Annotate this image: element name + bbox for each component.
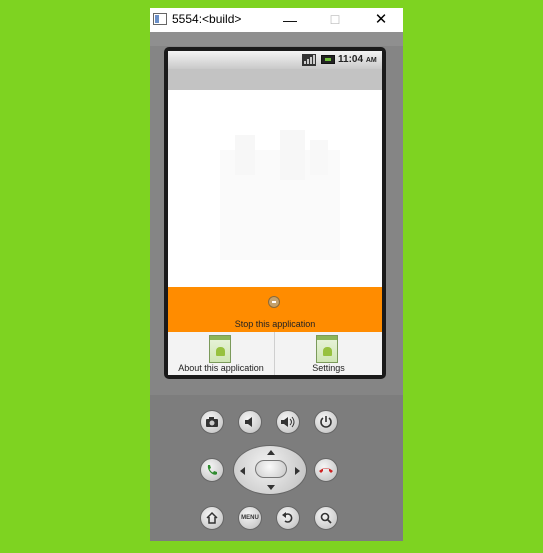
stop-icon (268, 296, 280, 308)
stop-application-button[interactable]: Stop this application (168, 287, 382, 332)
window-titlebar[interactable]: 5554:<build> — ☐ ✕ (150, 8, 403, 32)
close-button[interactable]: ✕ (359, 8, 403, 32)
search-icon (320, 512, 332, 524)
camera-button[interactable] (200, 410, 224, 434)
signal-icon (302, 54, 316, 66)
dpad-down-icon[interactable] (267, 485, 275, 490)
back-icon (282, 512, 293, 523)
android-app-icon (209, 335, 231, 363)
android-app-icon (316, 335, 338, 363)
dpad-right-icon[interactable] (295, 467, 300, 475)
back-button[interactable] (276, 506, 300, 530)
dpad-center-button[interactable] (255, 460, 287, 478)
app-window-icon (153, 13, 167, 25)
minimize-button[interactable]: — (268, 8, 312, 32)
clock-time: 11:04 (338, 54, 364, 65)
status-clock: 11:04 AM (338, 54, 377, 65)
home-icon (206, 511, 218, 524)
dpad-left-icon[interactable] (240, 467, 245, 475)
menu-item-label: Settings (312, 363, 345, 373)
call-icon (207, 465, 217, 475)
app-title-band (168, 69, 382, 90)
window-title: 5554:<build> (172, 12, 242, 26)
stop-label: Stop this application (234, 319, 316, 329)
home-button[interactable] (200, 506, 224, 530)
power-icon (320, 416, 332, 428)
power-button[interactable] (314, 410, 338, 434)
dpad-up-icon[interactable] (267, 450, 275, 455)
end-call-icon (319, 468, 333, 473)
volume-up-button[interactable] (276, 410, 300, 434)
battery-icon (321, 55, 335, 64)
options-menu: About this application Settings (168, 332, 382, 375)
maximize-button[interactable]: ☐ (313, 8, 357, 32)
clock-ampm: AM (365, 57, 377, 64)
device-top-bezel (150, 32, 403, 46)
faint-ghost-graphic (220, 130, 340, 260)
menu-item-label: About this application (178, 363, 264, 373)
menu-button[interactable]: MENU (238, 506, 262, 530)
menu-item-settings[interactable]: Settings (275, 332, 382, 375)
search-button[interactable] (314, 506, 338, 530)
end-call-button[interactable] (314, 458, 338, 482)
app-content (168, 90, 382, 285)
volume-up-icon (281, 416, 295, 428)
volume-down-icon (245, 417, 252, 427)
status-bar: 11:04 AM (168, 51, 382, 69)
dpad[interactable] (233, 445, 307, 495)
menu-item-about[interactable]: About this application (168, 332, 275, 375)
android-screen[interactable]: 11:04 AM Stop this application About thi… (168, 51, 382, 375)
camera-icon (206, 417, 218, 427)
call-button[interactable] (200, 458, 224, 482)
volume-down-button[interactable] (238, 410, 262, 434)
